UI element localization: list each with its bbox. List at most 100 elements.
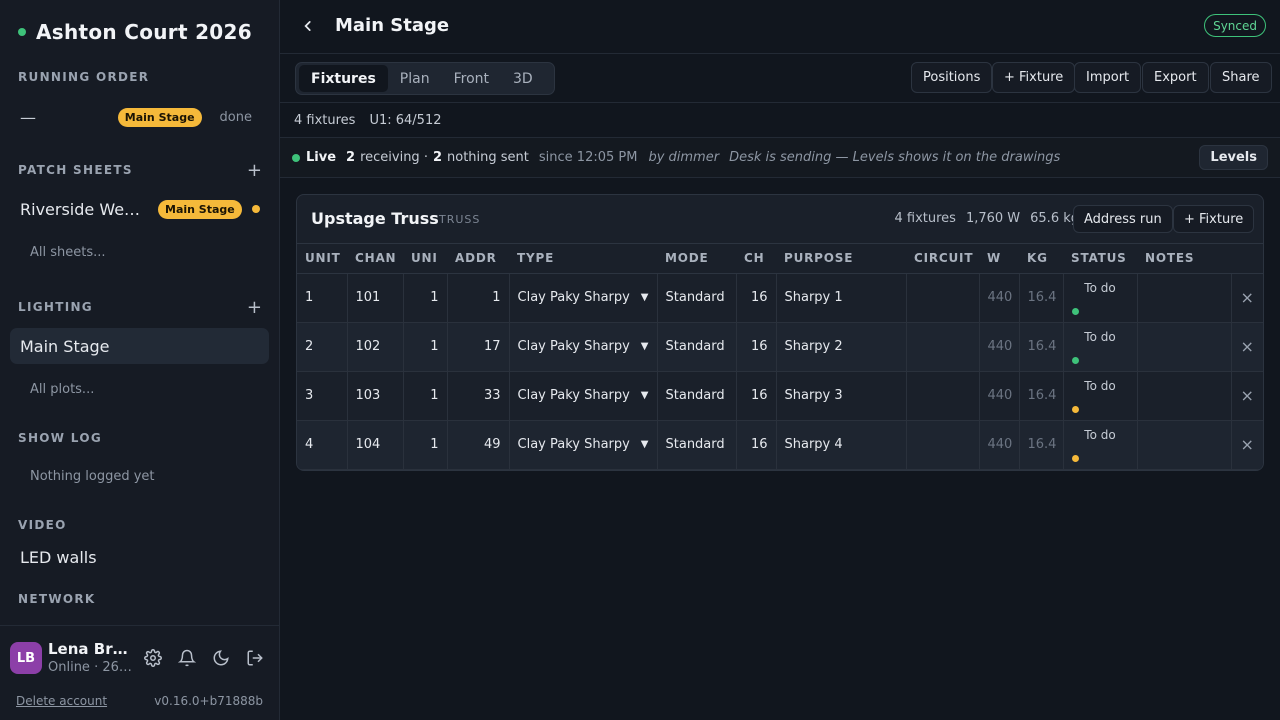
cell-watts[interactable]: 440 (979, 322, 1020, 372)
cell-status[interactable]: To do (1063, 322, 1138, 372)
cell-uni[interactable]: 1 (403, 322, 448, 372)
truss-card: Upstage Truss TRUSS 4 fixtures 1,760 W 6… (296, 194, 1264, 471)
positions-button[interactable]: Positions (911, 62, 993, 93)
remove-fixture-close-icon[interactable]: × (1231, 273, 1263, 323)
all-sheets-link[interactable]: All sheets... (30, 245, 106, 260)
cell-watts[interactable]: 440 (979, 371, 1020, 421)
cell-ch[interactable]: 16 (736, 420, 777, 470)
cell-notes[interactable] (1137, 371, 1232, 421)
table-row[interactable]: 4 104 1 49 Clay Paky Sharpy ▼ Standard 16 Sharpy… (297, 420, 1263, 470)
running-order-item[interactable]: — Main Stage done (20, 106, 252, 128)
cell-chan[interactable]: 101 (347, 273, 404, 323)
cell-unit[interactable]: 2 (297, 322, 348, 372)
add-lighting-plot-button[interactable]: + (247, 297, 262, 318)
cell-status[interactable]: To do (1063, 371, 1138, 421)
sidebar-item-led-walls[interactable]: LED walls (10, 539, 269, 575)
tab-plan[interactable]: Plan (388, 65, 442, 92)
tab-fixtures[interactable]: Fixtures (299, 65, 388, 92)
back-chevron-icon[interactable] (298, 16, 318, 36)
cell-circuit[interactable] (906, 371, 980, 421)
type-select[interactable]: Clay Paky Sharpy ▼ (509, 420, 658, 470)
cell-circuit[interactable] (906, 273, 980, 323)
cell-circuit[interactable] (906, 420, 980, 470)
remove-fixture-close-icon[interactable]: × (1231, 420, 1263, 470)
table-row[interactable]: 2 102 1 17 Clay Paky Sharpy ▼ Standard 16 Sharpy… (297, 322, 1263, 372)
user-name: Lena Bra... (48, 640, 136, 658)
add-fixture-button[interactable]: + Fixture (992, 62, 1076, 93)
address-run-button[interactable]: Address run (1073, 205, 1173, 233)
cell-kg[interactable]: 16.4 (1019, 273, 1064, 323)
cell-kg[interactable]: 16.4 (1019, 371, 1064, 421)
type-select[interactable]: Clay Paky Sharpy ▼ (509, 273, 658, 323)
cell-chan[interactable]: 102 (347, 322, 404, 372)
cell-ch[interactable]: 16 (736, 371, 777, 421)
export-button[interactable]: Export (1142, 62, 1209, 93)
cell-watts[interactable]: 440 (979, 273, 1020, 323)
section-heading: NETWORK (18, 592, 96, 606)
cell-addr[interactable]: 1 (447, 273, 510, 323)
cell-uni[interactable]: 1 (403, 420, 448, 470)
all-plots-link[interactable]: All plots... (30, 382, 94, 397)
cell-purpose[interactable]: Sharpy 2 (776, 322, 907, 372)
cell-unit[interactable]: 3 (297, 371, 348, 421)
sync-status-badge: Synced (1204, 14, 1266, 37)
section-video: VIDEO (18, 516, 262, 534)
cell-mode[interactable]: Standard (657, 273, 737, 323)
tab-3d[interactable]: 3D (501, 65, 545, 92)
cell-uni[interactable]: 1 (403, 273, 448, 323)
sidebar-item-main-stage[interactable]: Main Stage (10, 328, 269, 364)
tab-front[interactable]: Front (442, 65, 501, 92)
cell-purpose[interactable]: Sharpy 1 (776, 273, 907, 323)
cell-ch[interactable]: 16 (736, 273, 777, 323)
cell-uni[interactable]: 1 (403, 371, 448, 421)
remove-fixture-close-icon[interactable]: × (1231, 322, 1263, 372)
cell-purpose[interactable]: Sharpy 3 (776, 371, 907, 421)
cell-mode[interactable]: Standard (657, 322, 737, 372)
nothing-sent-count: 2 (432, 150, 443, 165)
add-patch-sheet-button[interactable]: + (247, 160, 262, 181)
delete-account-link[interactable]: Delete account (16, 694, 107, 708)
online-indicator (18, 28, 26, 36)
import-button[interactable]: Import (1074, 62, 1142, 93)
fixture-count: 4 fixtures (294, 112, 356, 128)
cell-notes[interactable] (1137, 273, 1232, 323)
share-button[interactable]: Share (1210, 62, 1272, 93)
cell-circuit[interactable] (906, 322, 980, 372)
sidebar-item-patch-sheet[interactable]: Riverside Wee... Main Stage (20, 198, 260, 220)
cell-kg[interactable]: 16.4 (1019, 420, 1064, 470)
type-select[interactable]: Clay Paky Sharpy ▼ (509, 322, 658, 372)
cell-ch[interactable]: 16 (736, 322, 777, 372)
cell-mode[interactable]: Standard (657, 371, 737, 421)
section-heading: SHOW LOG (18, 431, 102, 445)
truss-add-fixture-button[interactable]: + Fixture (1173, 205, 1255, 233)
cell-unit[interactable]: 4 (297, 420, 348, 470)
column-header: UNIT (297, 244, 347, 274)
cell-unit[interactable]: 1 (297, 273, 348, 323)
cell-notes[interactable] (1137, 322, 1232, 372)
gear-icon[interactable] (143, 648, 163, 668)
table-row[interactable]: 3 103 1 33 Clay Paky Sharpy ▼ Standard 16 Sharpy… (297, 371, 1263, 421)
cell-mode[interactable]: Standard (657, 420, 737, 470)
cell-notes[interactable] (1137, 420, 1232, 470)
cell-kg[interactable]: 16.4 (1019, 322, 1064, 372)
cell-chan[interactable]: 103 (347, 371, 404, 421)
cell-purpose[interactable]: Sharpy 4 (776, 420, 907, 470)
stage-badge: Main Stage (117, 107, 202, 127)
bell-icon[interactable] (177, 648, 197, 668)
cell-addr[interactable]: 17 (447, 322, 510, 372)
cell-addr[interactable]: 49 (447, 420, 510, 470)
table-row[interactable]: 1 101 1 1 Clay Paky Sharpy ▼ Standard 16 Sharpy … (297, 273, 1263, 323)
cell-status[interactable]: To do (1063, 420, 1138, 470)
moon-icon[interactable] (211, 648, 231, 668)
cell-watts[interactable]: 440 (979, 420, 1020, 470)
remove-fixture-close-icon[interactable]: × (1231, 371, 1263, 421)
avatar[interactable]: LB (10, 642, 42, 674)
running-order-dash: — (20, 107, 36, 127)
cell-addr[interactable]: 33 (447, 371, 510, 421)
logout-icon[interactable] (245, 648, 265, 668)
column-header: STATUS (1063, 244, 1137, 274)
levels-button[interactable]: Levels (1199, 145, 1268, 170)
type-select[interactable]: Clay Paky Sharpy ▼ (509, 371, 658, 421)
cell-chan[interactable]: 104 (347, 420, 404, 470)
cell-status[interactable]: To do (1063, 273, 1138, 323)
